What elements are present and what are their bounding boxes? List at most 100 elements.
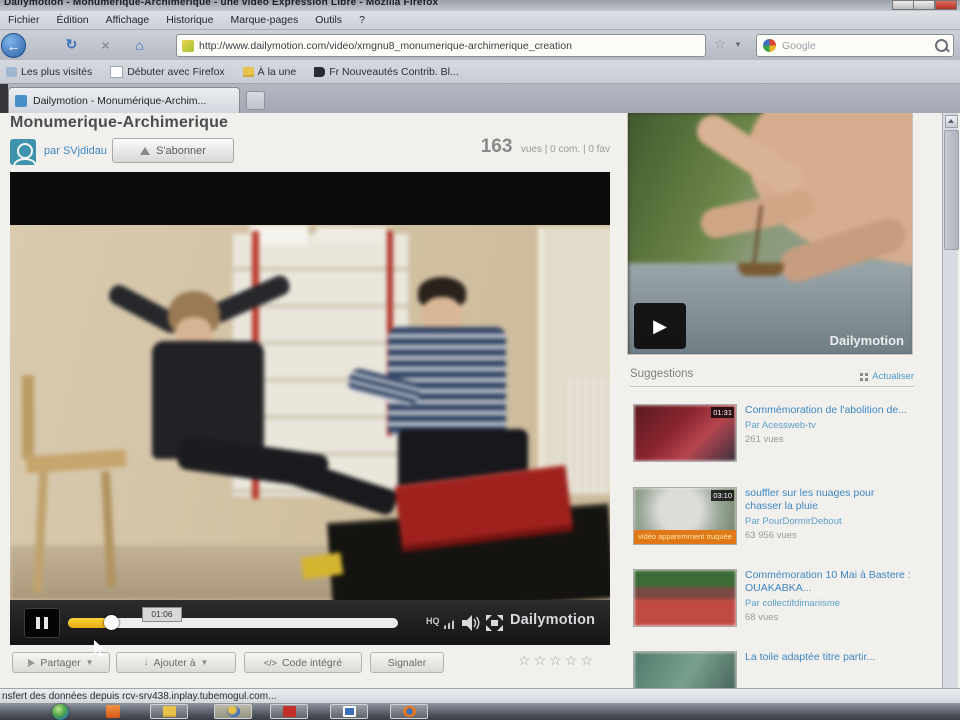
back-button[interactable]: ←: [1, 33, 26, 58]
avatar[interactable]: [10, 139, 36, 165]
suggestion-title[interactable]: souffler sur les nuages pour chasser la …: [745, 487, 913, 513]
menu-marque-pages[interactable]: Marque-pages: [231, 14, 299, 26]
featured-video-thumbnail[interactable]: ▶ Dailymotion: [627, 113, 913, 355]
pause-button[interactable]: [24, 608, 60, 638]
player-controls: 01:06 HQ Dailymotion: [10, 600, 610, 645]
suggestion-author[interactable]: Par PourDormirDebout: [745, 516, 913, 527]
bookmark-headlines-folder[interactable]: À la une: [242, 66, 296, 78]
page-title: Monumerique-Archimerique: [10, 114, 229, 131]
suggestion-title[interactable]: La toile adaptée titre partir...: [745, 651, 913, 664]
suggestion-thumbnail[interactable]: 03:10 vidéo apparemment truquée: [633, 487, 737, 545]
suggestion-item[interactable]: 01:31 Commémoration de l'abolition de...…: [630, 404, 914, 482]
embed-code-button[interactable]: </> Code intégré: [244, 652, 362, 673]
tab-label: Dailymotion - Monumérique-Archim...: [33, 95, 207, 107]
start-orb-icon[interactable]: [52, 704, 69, 720]
time-tooltip: 01:06: [142, 607, 182, 622]
bookmark-icon: [6, 66, 17, 77]
suggestion-thumbnail[interactable]: 01:31: [633, 404, 737, 462]
views-count: 163: [480, 136, 513, 157]
url-text[interactable]: http://www.dailymotion.com/video/xmgnu8_…: [199, 40, 572, 52]
suggestion-item[interactable]: 03:10 vidéo apparemment truquée souffler…: [630, 487, 914, 565]
star-icon[interactable]: ☆: [580, 652, 596, 668]
suggestions-title: Suggestions: [630, 368, 694, 380]
suggestion-thumbnail[interactable]: [633, 569, 737, 627]
progress-handle[interactable]: [103, 615, 119, 630]
volume-icon[interactable]: [462, 615, 480, 631]
search-icon[interactable]: [935, 39, 948, 52]
media-player-icon[interactable]: [106, 705, 120, 718]
taskbar-item-blue-app[interactable]: [330, 704, 368, 719]
subscribe-button[interactable]: S'abonner: [112, 138, 234, 163]
new-tab-button[interactable]: [246, 91, 265, 110]
taskbar-item-firefox[interactable]: [390, 704, 428, 719]
suggestion-item[interactable]: La toile adaptée titre partir...: [630, 651, 914, 688]
search-input[interactable]: Google: [782, 40, 816, 52]
bookmark-most-visited[interactable]: Les plus visités: [6, 66, 92, 78]
back-arrow-icon: ←: [6, 37, 21, 54]
rating-stars[interactable]: ☆☆☆☆☆: [518, 652, 596, 669]
download-icon: ↓: [143, 657, 149, 668]
suggestion-item[interactable]: Commémoration 10 Mai à Bastere : OUAKABK…: [630, 569, 914, 647]
address-bar[interactable]: http://www.dailymotion.com/video/xmgnu8_…: [176, 34, 706, 57]
close-button[interactable]: [935, 0, 957, 10]
suggestion-views: 68 vues: [745, 612, 779, 623]
stop-button[interactable]: ×: [94, 33, 117, 56]
star-icon[interactable]: ☆: [549, 652, 565, 668]
menu-affichage[interactable]: Affichage: [106, 14, 150, 26]
thumbnail-banner: vidéo apparemment truquée: [634, 530, 736, 544]
feed-icon: [314, 66, 326, 77]
taskbar-item-red-app[interactable]: [270, 704, 308, 719]
menu-fichier[interactable]: Fichier: [8, 14, 40, 26]
suggestions-header: Suggestions Actualiser: [630, 368, 914, 387]
tab-dailymotion[interactable]: Dailymotion - Monumérique-Archim...: [8, 87, 240, 114]
quality-bars-icon: [444, 619, 456, 629]
video-player[interactable]: 01:06 HQ Dailymotion: [10, 172, 610, 645]
menu-outils[interactable]: Outils: [315, 14, 342, 26]
folder-icon: [163, 706, 176, 717]
bookmark-star-icon[interactable]: ☆: [714, 36, 726, 52]
window-titlebar: Dailymotion - Monumérique-Archimérique -…: [0, 0, 960, 11]
bookmark-fr-news[interactable]: Fr Nouveautés Contrib. Bl...: [314, 66, 459, 78]
suggestion-title[interactable]: Commémoration de l'abolition de...: [745, 404, 913, 417]
url-dropdown-icon[interactable]: ▼: [734, 40, 742, 49]
code-icon: </>: [263, 657, 277, 668]
suggestion-thumbnail[interactable]: [633, 651, 737, 688]
bookmarks-bar: Les plus visités Débuter avec Firefox À …: [0, 60, 960, 84]
bookmark-getting-started[interactable]: Débuter avec Firefox: [110, 65, 225, 78]
fullscreen-icon[interactable]: [486, 615, 503, 631]
star-icon[interactable]: ☆: [518, 652, 534, 668]
star-icon[interactable]: ☆: [534, 652, 550, 668]
page-icon: [110, 65, 124, 78]
share-button[interactable]: Partager ▼: [12, 652, 110, 673]
report-button[interactable]: Signaler: [370, 652, 444, 673]
reload-button[interactable]: ↻: [60, 33, 83, 56]
menu-historique[interactable]: Historique: [166, 14, 213, 26]
menu-bar: Fichier Édition Affichage Historique Mar…: [0, 11, 960, 30]
menu-edition[interactable]: Édition: [57, 14, 89, 26]
scrollbar-up-arrow[interactable]: [945, 115, 958, 128]
page-scrollbar[interactable]: [942, 113, 959, 688]
suggestions-action[interactable]: Actualiser: [860, 371, 914, 382]
window-title: Dailymotion - Monumérique-Archimérique -…: [4, 0, 439, 8]
author-link[interactable]: par SVjdidau: [44, 145, 107, 157]
suggestion-author[interactable]: Par Acessweb-tv: [745, 420, 913, 431]
add-to-button[interactable]: ↓ Ajouter à ▼: [116, 652, 236, 673]
play-button[interactable]: ▶: [634, 303, 686, 349]
star-icon[interactable]: ☆: [565, 652, 581, 668]
menu-aide[interactable]: ?: [359, 14, 365, 26]
search-box[interactable]: Google: [756, 34, 954, 57]
taskbar-item-browser-active[interactable]: [214, 704, 252, 719]
suggestion-author[interactable]: Par collectifdimanisme: [745, 598, 913, 609]
firefox-icon: [403, 706, 416, 717]
progress-bar[interactable]: 01:06: [68, 607, 398, 630]
stats-details: vues | 0 com. | 0 fav: [520, 144, 610, 155]
suggestion-title[interactable]: Commémoration 10 Mai à Bastere : OUAKABK…: [745, 569, 913, 595]
taskbar-item-folder[interactable]: [150, 704, 188, 719]
home-icon: ⌂: [135, 36, 144, 53]
hq-icon[interactable]: HQ: [426, 616, 440, 626]
maximize-button[interactable]: [913, 0, 935, 10]
scrollbar-thumb[interactable]: [944, 130, 959, 250]
home-button[interactable]: ⌂: [128, 33, 151, 56]
minimize-button[interactable]: [892, 0, 914, 10]
window-edge: [0, 84, 8, 113]
